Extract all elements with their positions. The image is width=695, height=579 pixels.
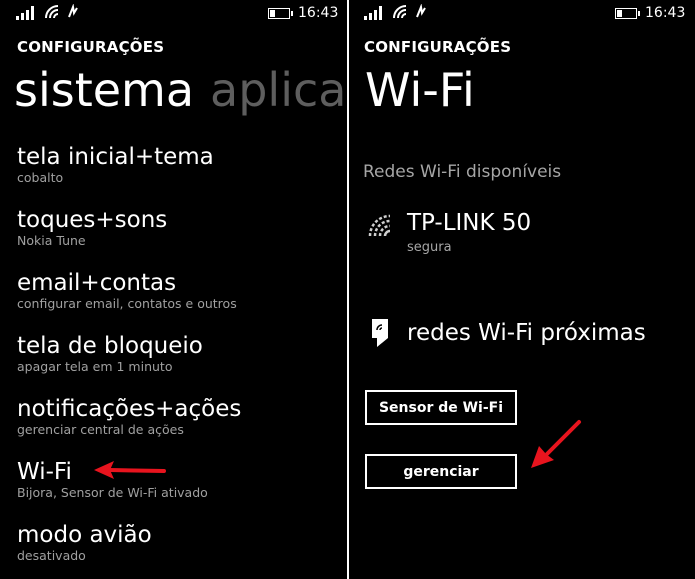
menu-item-ringtones-sounds[interactable]: toques+sons Nokia Tune — [17, 206, 347, 262]
settings-header: CONFIGURAÇÕES — [17, 38, 165, 56]
menu-item-label: notificações+ações — [17, 396, 242, 422]
wifi-icon — [45, 5, 59, 19]
status-bar: 16:43 — [349, 0, 695, 28]
nearby-networks-label: redes Wi-Fi próximas — [407, 320, 646, 346]
settings-header: CONFIGURAÇÕES — [364, 38, 512, 56]
menu-item-sublabel: apagar tela em 1 minuto — [17, 359, 173, 374]
menu-item-sublabel: cobalto — [17, 170, 64, 185]
menu-item-sublabel: Bijora, Sensor de Wi-Fi ativado — [17, 485, 208, 500]
menu-item-email-accounts[interactable]: email+contas configurar email, contatos … — [17, 269, 347, 325]
menu-item-sublabel: configurar email, contatos e outros — [17, 296, 237, 311]
pivot-tab-system[interactable]: sistema — [14, 63, 194, 117]
network-name: TP-LINK 50 — [407, 210, 532, 236]
menu-item-sublabel: Nokia Tune — [17, 233, 86, 248]
menu-item-label: toques+sons — [17, 207, 168, 233]
wifi-icon — [393, 5, 407, 19]
menu-item-label: modo avião — [17, 522, 152, 548]
wifi-sense-button[interactable]: Sensor de Wi-Fi — [365, 390, 517, 425]
nearby-networks-link[interactable]: redes Wi-Fi próximas — [363, 316, 683, 352]
data-sense-icon — [68, 4, 78, 18]
menu-item-label: Wi-Fi — [17, 459, 72, 485]
menu-item-label: tela inicial+tema — [17, 144, 214, 170]
tag-icon — [372, 319, 388, 347]
status-bar: 16:43 — [0, 0, 347, 28]
status-time: 16:43 — [298, 5, 339, 21]
available-networks-label: Redes Wi-Fi disponíveis — [363, 162, 562, 182]
menu-item-label: email+contas — [17, 270, 177, 296]
pivot-header: sistema aplicat — [14, 62, 347, 118]
menu-item-notifications-actions[interactable]: notificações+ações gerenciar central de … — [17, 395, 347, 451]
menu-item-wifi[interactable]: Wi-Fi Bijora, Sensor de Wi-Fi ativado — [17, 458, 347, 514]
network-item-tp-link[interactable]: TP-LINK 50 segura — [363, 208, 663, 260]
wifi-settings-screen: 16:43 CONFIGURAÇÕES Wi-Fi Redes Wi-Fi di… — [349, 0, 695, 579]
data-sense-icon — [416, 4, 426, 18]
signal-bars-icon — [364, 6, 388, 20]
menu-item-start-theme[interactable]: tela inicial+tema cobalto — [17, 143, 347, 199]
menu-item-lock-screen[interactable]: tela de bloqueio apagar tela em 1 minuto — [17, 332, 347, 388]
wifi-signal-icon — [368, 214, 391, 237]
menu-item-sublabel: desativado — [17, 548, 86, 563]
manage-button[interactable]: gerenciar — [365, 454, 517, 489]
menu-item-label: tela de bloqueio — [17, 333, 203, 359]
status-time: 16:43 — [645, 5, 686, 21]
system-settings-screen: 16:43 CONFIGURAÇÕES sistema aplicat tela … — [0, 0, 347, 579]
menu-item-airplane-mode[interactable]: modo avião desativado — [17, 521, 347, 577]
signal-bars-icon — [16, 6, 40, 20]
battery-icon — [615, 8, 640, 19]
pivot-tab-applications[interactable]: aplicat — [210, 63, 347, 117]
battery-icon — [268, 8, 293, 19]
red-arrow-annotation — [531, 420, 581, 468]
page-title: Wi-Fi — [365, 63, 475, 117]
network-status: segura — [407, 240, 452, 255]
menu-item-sublabel: gerenciar central de ações — [17, 422, 184, 437]
